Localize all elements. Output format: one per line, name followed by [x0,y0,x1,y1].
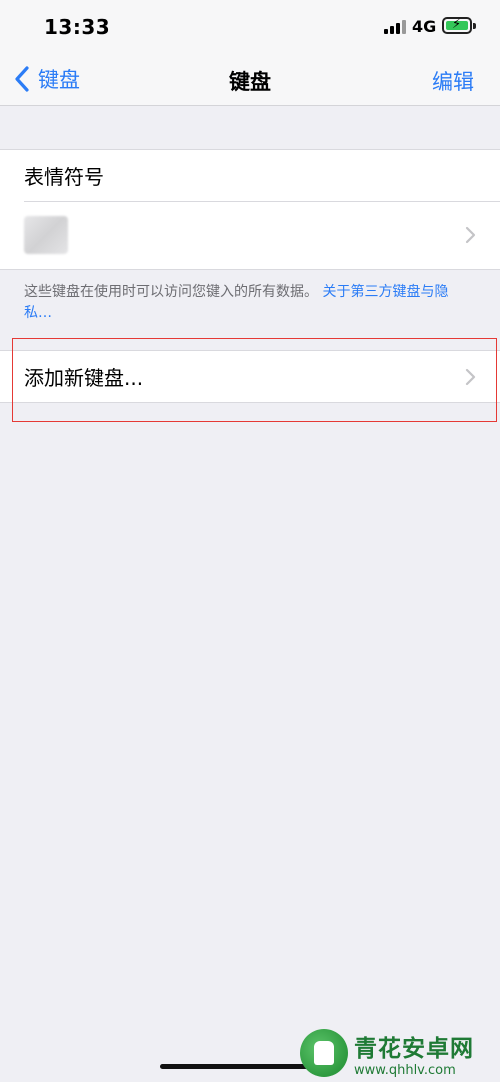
keyboards-list: 表情符号 [0,149,500,270]
blurred-keyboard-name [24,216,68,254]
watermark-logo-icon [300,1029,348,1077]
keyboard-privacy-note: 这些键盘在使用时可以访问您键入的所有数据。 关于第三方键盘与隐私… [24,282,474,324]
keyboard-item-emoji[interactable]: 表情符号 [0,150,500,201]
watermark-url: www.qhhlv.com [354,1062,456,1078]
edit-button[interactable]: 编辑 [432,66,474,96]
keyboard-item-label: 表情符号 [24,165,104,189]
chevron-right-icon [465,226,476,244]
keyboard-item-third-party[interactable] [0,201,500,269]
network-type: 4G [412,17,437,36]
watermark-name: 青花安卓网 [354,1035,474,1062]
status-bar: 13:33 4G ⚡ [0,0,500,56]
chevron-right-icon [465,368,476,385]
add-keyboard-group: 添加新键盘... [0,350,500,403]
cellular-signal-icon [384,20,406,34]
battery-charging-icon: ⚡ [442,17,476,34]
privacy-note-text: 这些键盘在使用时可以访问您键入的所有数据。 [24,284,318,300]
navigation-bar: 键盘 键盘 编辑 [0,56,500,106]
watermark: 青花安卓网 www.qhhlv.com [300,1026,496,1080]
add-new-keyboard-button[interactable]: 添加新键盘... [0,351,500,402]
page-title: 键盘 [229,70,271,94]
add-new-keyboard-label: 添加新键盘... [24,366,144,390]
status-time: 13:33 [44,15,111,39]
